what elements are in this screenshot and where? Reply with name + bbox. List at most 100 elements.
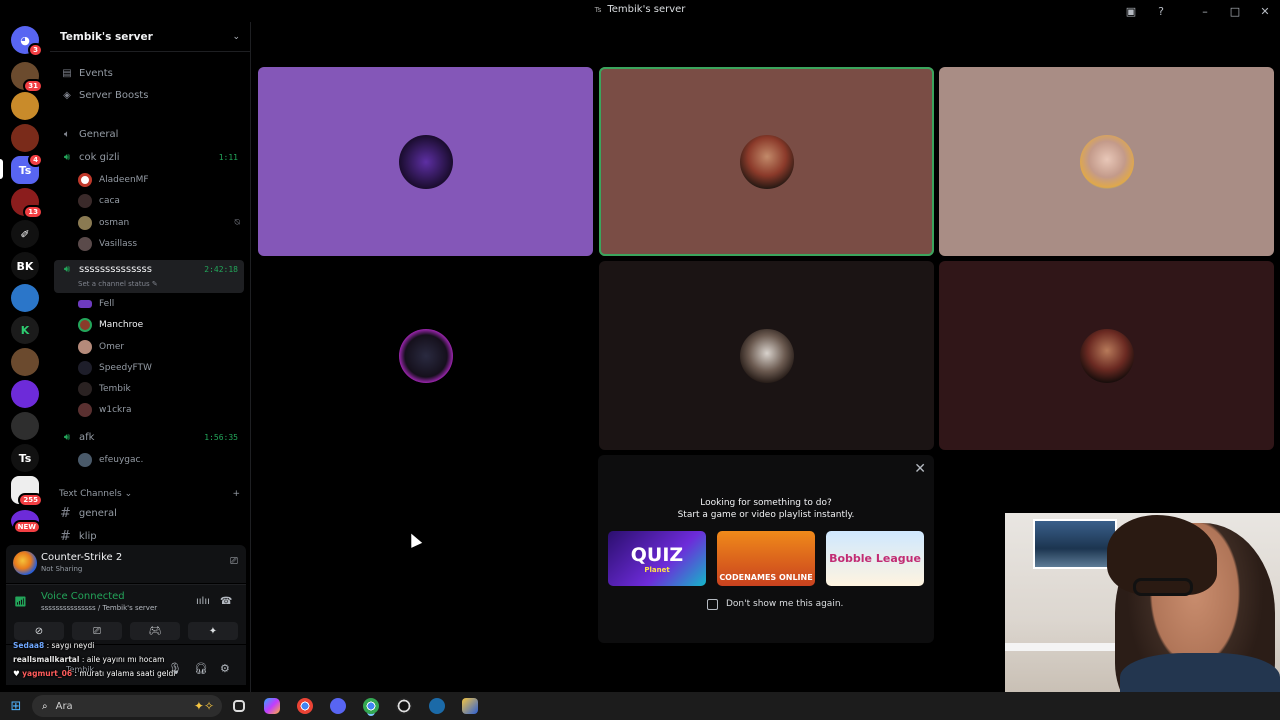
activity-title: QUIZ (630, 543, 684, 566)
taskbar-search[interactable]: ⌕ Ara ✦✧ (32, 695, 222, 717)
rail-server-2[interactable]: 31 (11, 62, 43, 93)
rail-server-16[interactable]: NEW (11, 510, 41, 534)
task-view-icon[interactable] (222, 700, 255, 712)
screen-share-button[interactable]: ⎚ (72, 622, 122, 640)
voice-status-location: sssssssssssssss / Tembik's server (41, 604, 158, 612)
voice-member[interactable]: efeuygac. (78, 450, 244, 470)
steam-icon[interactable] (420, 698, 453, 714)
activity-prompt-subtitle: Start a game or video playlist instantly… (677, 510, 855, 520)
rail-server-15[interactable]: 255 (11, 476, 43, 507)
voice-channel-general[interactable]: 🔈︎ General (54, 124, 244, 144)
events-link[interactable]: ▤ Events (54, 63, 244, 83)
camera-off-button[interactable]: ⊘ (14, 622, 64, 640)
rail-server-7[interactable]: ✐ (11, 220, 39, 248)
rail-server-bk[interactable]: BK (11, 252, 39, 280)
mic-muted-icon: ⍉ (234, 218, 240, 228)
start-button[interactable]: ⊞ (0, 699, 32, 714)
voice-member[interactable]: Vasillass (78, 234, 244, 254)
voice-channel-afk[interactable]: 🔊︎ afk 1:56:35 (54, 427, 244, 447)
server-boosts-link[interactable]: ◈ Server Boosts (54, 85, 244, 105)
voice-member[interactable]: AladeenMF (78, 170, 244, 190)
copilot-sparkle-icon: ✦✧ (193, 699, 214, 713)
add-channel-icon[interactable]: + (232, 489, 240, 499)
voice-member[interactable]: Manchroe (78, 315, 244, 335)
server-header[interactable]: Tembik's server ⌄ (50, 22, 250, 52)
rail-server-9[interactable] (11, 284, 39, 312)
text-channel-klip[interactable]: # klip (54, 526, 97, 546)
rail-server-13[interactable] (11, 412, 39, 440)
avatar (78, 318, 92, 332)
video-tile-speedyftw[interactable] (258, 261, 593, 450)
share-screen-icon[interactable]: ⎚ (230, 556, 238, 567)
quiz-planet-activity[interactable]: QUIZ Planet (608, 531, 706, 586)
text-channels-category[interactable]: Text Channels ⌄ + (59, 489, 240, 499)
chrome-icon-2[interactable] (354, 698, 387, 714)
voice-member[interactable]: Tembik (78, 379, 244, 399)
video-tile-w1ckra[interactable] (939, 261, 1274, 450)
shelf (1005, 643, 1125, 651)
rail-server-6[interactable]: 13 (11, 188, 43, 219)
rail-server-ts-2[interactable]: Ts (11, 444, 39, 472)
activities-button[interactable]: 🎮︎ (130, 622, 180, 640)
help-icon[interactable]: ? (1146, 5, 1176, 18)
video-tile-manchroe[interactable] (599, 67, 934, 256)
chevron-down-icon: ⌄ (124, 489, 133, 499)
voice-member[interactable]: Fell (78, 294, 244, 314)
voice-member[interactable]: SpeedyFTW (78, 358, 244, 378)
noise-suppression-icon[interactable]: ıılıı (196, 596, 210, 607)
soundboard-button[interactable]: ✦ (188, 622, 238, 640)
unread-badge: 13 (23, 205, 43, 219)
app-icon[interactable] (453, 698, 486, 714)
rail-server-k[interactable]: K (11, 316, 39, 344)
obs-icon[interactable] (387, 698, 420, 714)
rail-label: BK (16, 259, 34, 273)
voice-member[interactable]: caca (78, 191, 244, 211)
channel-status[interactable]: Set a channel status ✎ (78, 280, 158, 288)
voice-channel-active[interactable]: 🔊︎ ssssssssssssss 2:42:18 (54, 260, 244, 293)
bobble-league-activity[interactable]: Bobble League (826, 531, 924, 586)
voice-member[interactable]: w1ckra (78, 400, 244, 420)
rail-server-4[interactable] (11, 124, 39, 152)
maximize-button[interactable]: □ (1220, 5, 1250, 18)
mic-icon[interactable]: 🎙︎ (168, 662, 182, 675)
codenames-activity[interactable]: CODENAMES ONLINE (717, 531, 815, 586)
close-icon[interactable]: ✕ (914, 461, 926, 477)
copilot-icon[interactable] (255, 698, 288, 714)
video-tile-fell[interactable] (258, 67, 593, 256)
voice-channel-cok-gizli[interactable]: 🔊︎ cok gizli 1:11 (54, 147, 244, 167)
channel-name: general (78, 507, 117, 519)
minimize-button[interactable]: – (1190, 5, 1220, 18)
text-channel-general[interactable]: # general (54, 503, 117, 523)
video-tile-tembik[interactable] (599, 261, 934, 450)
settings-gear-icon[interactable]: ⚙ (220, 662, 230, 675)
rail-server-3[interactable] (11, 92, 39, 120)
discord-app: Ts Tembik's server ▣ ? – □ ✕ ◕ 3 31 Ts 4 13… (0, 0, 1280, 692)
rail-server-1[interactable]: ◕ 3 (11, 26, 43, 57)
rail-server-12[interactable] (11, 380, 39, 408)
avatar (1079, 134, 1134, 189)
chrome-icon[interactable] (288, 698, 321, 714)
speaker-icon: 🔈︎ (64, 128, 70, 140)
voice-action-row: ⊘ ⎚ 🎮︎ ✦ (14, 622, 238, 640)
discord-taskbar-icon[interactable] (321, 698, 354, 714)
avatar (78, 340, 92, 354)
voice-member[interactable]: osman ⍉ (78, 213, 244, 233)
inbox-icon[interactable]: ▣ (1116, 5, 1146, 18)
headphones-icon[interactable]: 🎧︎ (194, 662, 208, 675)
category-label: Text Channels (59, 489, 122, 499)
close-window-button[interactable]: ✕ (1250, 5, 1280, 18)
disconnect-icon[interactable]: ☎ (220, 596, 232, 607)
voice-status-title: Voice Connected (41, 591, 125, 602)
game-share-status: Not Sharing (41, 565, 83, 573)
rail-server-ts[interactable]: Ts 4 (11, 153, 43, 184)
member-name: SpeedyFTW (99, 363, 152, 373)
dont-show-again-checkbox[interactable] (707, 599, 718, 610)
activity-title: CODENAMES ONLINE (719, 573, 813, 582)
video-tile-omer[interactable] (939, 67, 1274, 256)
rail-server-11[interactable] (11, 348, 39, 376)
unread-badge: 255 (18, 493, 43, 507)
voice-member[interactable]: Omer (78, 337, 244, 357)
chat-nick: Sedaa8 (13, 641, 45, 650)
channel-status-text: Set a channel status (78, 280, 150, 288)
voice-connection-panel: 📶︎ Voice Connected sssssssssssssss / Tem… (6, 584, 246, 644)
